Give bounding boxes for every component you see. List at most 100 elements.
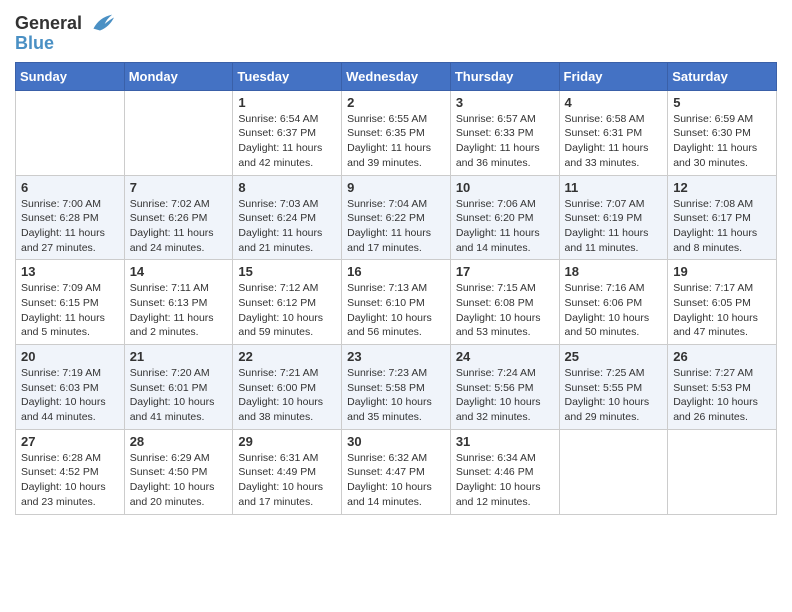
day-info: Sunrise: 7:13 AM Sunset: 6:10 PM Dayligh… bbox=[347, 281, 445, 340]
day-cell: 30 Sunrise: 6:32 AM Sunset: 4:47 PM Dayli… bbox=[342, 429, 451, 514]
day-cell bbox=[124, 90, 233, 175]
day-cell: 24Sunrise: 7:24 AM Sunset: 5:56 PM Dayli… bbox=[450, 345, 559, 430]
week-row-5: 27 Sunrise: 6:28 AM Sunset: 4:52 PM Dayli… bbox=[16, 429, 777, 514]
day-cell: 14 Sunrise: 7:11 AM Sunset: 6:13 PM Dayli… bbox=[124, 260, 233, 345]
day-cell: 6Sunrise: 7:00 AM Sunset: 6:28 PM Daylig… bbox=[16, 175, 125, 260]
logo: General Blue bbox=[15, 10, 114, 54]
day-cell: 1 Sunrise: 6:54 AM Sunset: 6:37 PM Daylig… bbox=[233, 90, 342, 175]
day-cell: 4 Sunrise: 6:58 AM Sunset: 6:31 PM Daylig… bbox=[559, 90, 668, 175]
day-cell: 28Sunrise: 6:29 AM Sunset: 4:50 PM Dayli… bbox=[124, 429, 233, 514]
day-cell: 12Sunrise: 7:08 AM Sunset: 6:17 PM Dayli… bbox=[668, 175, 777, 260]
day-number: 11 bbox=[565, 180, 663, 195]
day-number: 25 bbox=[565, 349, 663, 364]
day-cell: 17 Sunrise: 7:15 AM Sunset: 6:08 PM Dayli… bbox=[450, 260, 559, 345]
day-number: 4 bbox=[565, 95, 663, 110]
day-info: Sunrise: 6:54 AM Sunset: 6:37 PM Dayligh… bbox=[238, 112, 336, 171]
day-info: Sunrise: 6:55 AM Sunset: 6:35 PM Dayligh… bbox=[347, 112, 445, 171]
weekday-header-thursday: Thursday bbox=[450, 62, 559, 90]
week-row-3: 13 Sunrise: 7:09 AM Sunset: 6:15 PM Dayli… bbox=[16, 260, 777, 345]
day-info: Sunrise: 7:16 AM Sunset: 6:06 PM Dayligh… bbox=[565, 281, 663, 340]
day-cell: 13 Sunrise: 7:09 AM Sunset: 6:15 PM Dayli… bbox=[16, 260, 125, 345]
day-info: Sunrise: 7:03 AM Sunset: 6:24 PM Dayligh… bbox=[238, 197, 336, 256]
day-cell bbox=[16, 90, 125, 175]
day-number: 16 bbox=[347, 264, 445, 279]
day-cell: 8 Sunrise: 7:03 AM Sunset: 6:24 PM Daylig… bbox=[233, 175, 342, 260]
day-cell: 3 Sunrise: 6:57 AM Sunset: 6:33 PM Daylig… bbox=[450, 90, 559, 175]
day-cell: 11 Sunrise: 7:07 AM Sunset: 6:19 PM Dayli… bbox=[559, 175, 668, 260]
day-number: 23 bbox=[347, 349, 445, 364]
day-info: Sunrise: 7:20 AM Sunset: 6:01 PM Dayligh… bbox=[130, 366, 228, 425]
day-info: Sunrise: 6:32 AM Sunset: 4:47 PM Dayligh… bbox=[347, 451, 445, 510]
week-row-4: 20Sunrise: 7:19 AM Sunset: 6:03 PM Dayli… bbox=[16, 345, 777, 430]
day-info: Sunrise: 7:17 AM Sunset: 6:05 PM Dayligh… bbox=[673, 281, 771, 340]
day-cell: 29Sunrise: 6:31 AM Sunset: 4:49 PM Dayli… bbox=[233, 429, 342, 514]
day-info: Sunrise: 6:57 AM Sunset: 6:33 PM Dayligh… bbox=[456, 112, 554, 171]
day-cell: 16 Sunrise: 7:13 AM Sunset: 6:10 PM Dayli… bbox=[342, 260, 451, 345]
day-info: Sunrise: 7:15 AM Sunset: 6:08 PM Dayligh… bbox=[456, 281, 554, 340]
day-number: 13 bbox=[21, 264, 119, 279]
day-number: 31 bbox=[456, 434, 554, 449]
day-cell: 9 Sunrise: 7:04 AM Sunset: 6:22 PM Daylig… bbox=[342, 175, 451, 260]
day-cell: 5Sunrise: 6:59 AM Sunset: 6:30 PM Daylig… bbox=[668, 90, 777, 175]
day-number: 26 bbox=[673, 349, 771, 364]
day-info: Sunrise: 7:21 AM Sunset: 6:00 PM Dayligh… bbox=[238, 366, 336, 425]
day-number: 10 bbox=[456, 180, 554, 195]
day-info: Sunrise: 7:27 AM Sunset: 5:53 PM Dayligh… bbox=[673, 366, 771, 425]
day-info: Sunrise: 6:28 AM Sunset: 4:52 PM Dayligh… bbox=[21, 451, 119, 510]
day-number: 21 bbox=[130, 349, 228, 364]
day-number: 30 bbox=[347, 434, 445, 449]
day-info: Sunrise: 7:23 AM Sunset: 5:58 PM Dayligh… bbox=[347, 366, 445, 425]
calendar-table: SundayMondayTuesdayWednesdayThursdayFrid… bbox=[15, 62, 777, 515]
day-cell: 15 Sunrise: 7:12 AM Sunset: 6:12 PM Dayli… bbox=[233, 260, 342, 345]
logo-general-text: General bbox=[15, 14, 82, 34]
week-row-1: 1 Sunrise: 6:54 AM Sunset: 6:37 PM Daylig… bbox=[16, 90, 777, 175]
day-cell: 23 Sunrise: 7:23 AM Sunset: 5:58 PM Dayli… bbox=[342, 345, 451, 430]
day-number: 20 bbox=[21, 349, 119, 364]
day-number: 7 bbox=[130, 180, 228, 195]
day-cell: 22 Sunrise: 7:21 AM Sunset: 6:00 PM Dayli… bbox=[233, 345, 342, 430]
day-number: 1 bbox=[238, 95, 336, 110]
day-cell: 20Sunrise: 7:19 AM Sunset: 6:03 PM Dayli… bbox=[16, 345, 125, 430]
day-number: 24 bbox=[456, 349, 554, 364]
day-cell: 10 Sunrise: 7:06 AM Sunset: 6:20 PM Dayli… bbox=[450, 175, 559, 260]
day-number: 18 bbox=[565, 264, 663, 279]
day-number: 15 bbox=[238, 264, 336, 279]
day-number: 2 bbox=[347, 95, 445, 110]
day-cell: 2 Sunrise: 6:55 AM Sunset: 6:35 PM Daylig… bbox=[342, 90, 451, 175]
day-info: Sunrise: 7:09 AM Sunset: 6:15 PM Dayligh… bbox=[21, 281, 119, 340]
day-cell bbox=[559, 429, 668, 514]
day-cell: 19 Sunrise: 7:17 AM Sunset: 6:05 PM Dayli… bbox=[668, 260, 777, 345]
day-number: 14 bbox=[130, 264, 228, 279]
day-info: Sunrise: 6:29 AM Sunset: 4:50 PM Dayligh… bbox=[130, 451, 228, 510]
weekday-header-row: SundayMondayTuesdayWednesdayThursdayFrid… bbox=[16, 62, 777, 90]
day-number: 27 bbox=[21, 434, 119, 449]
day-number: 17 bbox=[456, 264, 554, 279]
day-number: 8 bbox=[238, 180, 336, 195]
day-info: Sunrise: 7:11 AM Sunset: 6:13 PM Dayligh… bbox=[130, 281, 228, 340]
day-info: Sunrise: 6:58 AM Sunset: 6:31 PM Dayligh… bbox=[565, 112, 663, 171]
day-cell: 26 Sunrise: 7:27 AM Sunset: 5:53 PM Dayli… bbox=[668, 345, 777, 430]
day-number: 5 bbox=[673, 95, 771, 110]
week-row-2: 6Sunrise: 7:00 AM Sunset: 6:28 PM Daylig… bbox=[16, 175, 777, 260]
weekday-header-monday: Monday bbox=[124, 62, 233, 90]
day-cell: 21 Sunrise: 7:20 AM Sunset: 6:01 PM Dayli… bbox=[124, 345, 233, 430]
day-number: 12 bbox=[673, 180, 771, 195]
day-info: Sunrise: 7:02 AM Sunset: 6:26 PM Dayligh… bbox=[130, 197, 228, 256]
day-number: 9 bbox=[347, 180, 445, 195]
day-number: 3 bbox=[456, 95, 554, 110]
day-number: 6 bbox=[21, 180, 119, 195]
day-number: 22 bbox=[238, 349, 336, 364]
weekday-header-tuesday: Tuesday bbox=[233, 62, 342, 90]
day-cell: 18 Sunrise: 7:16 AM Sunset: 6:06 PM Dayli… bbox=[559, 260, 668, 345]
day-info: Sunrise: 7:25 AM Sunset: 5:55 PM Dayligh… bbox=[565, 366, 663, 425]
day-cell: 25 Sunrise: 7:25 AM Sunset: 5:55 PM Dayli… bbox=[559, 345, 668, 430]
header: General Blue bbox=[15, 10, 777, 54]
day-info: Sunrise: 7:12 AM Sunset: 6:12 PM Dayligh… bbox=[238, 281, 336, 340]
weekday-header-friday: Friday bbox=[559, 62, 668, 90]
logo-bird-icon bbox=[86, 10, 114, 38]
day-number: 19 bbox=[673, 264, 771, 279]
weekday-header-saturday: Saturday bbox=[668, 62, 777, 90]
day-info: Sunrise: 7:04 AM Sunset: 6:22 PM Dayligh… bbox=[347, 197, 445, 256]
day-info: Sunrise: 7:07 AM Sunset: 6:19 PM Dayligh… bbox=[565, 197, 663, 256]
day-info: Sunrise: 7:06 AM Sunset: 6:20 PM Dayligh… bbox=[456, 197, 554, 256]
